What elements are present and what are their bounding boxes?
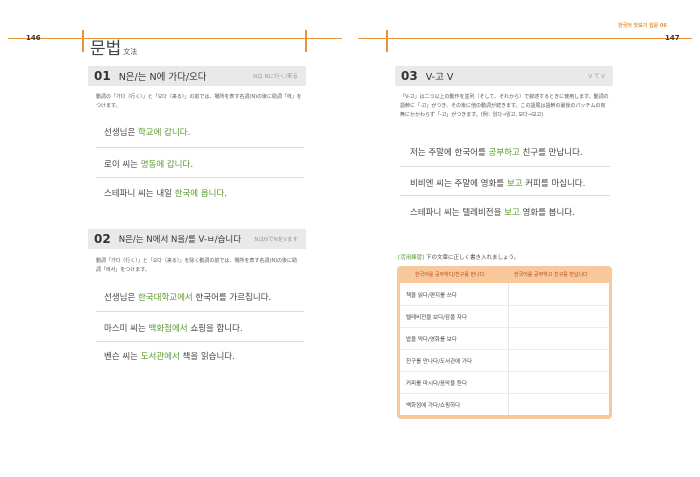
practice-row-prompt: 백화점에 가다/쇼핑하다 [406, 403, 461, 409]
practice-row-prompt: 텔레비전을 보다/잠을 자다 [406, 315, 468, 321]
accent-bar [386, 30, 388, 52]
example-sentence: 선생님은 한국대학교에서 한국어를 가르칩니다. [104, 291, 271, 303]
section-description: 動詞の「가다（行く）」と「오다（来る）」の前では、場所を表す名詞(N)の後に助詞… [96, 94, 302, 109]
example-text: 영화를 봅니다. [519, 208, 575, 218]
section-header-03: 03 V-고 V V て V [395, 66, 613, 86]
example-text: 친구를 만납니다. [519, 148, 583, 158]
running-header-text: 한국어 맛보기 입문 [618, 23, 659, 29]
practice-label: [活用練習] 下の文章に正しく書き入れましょう。 [398, 253, 519, 261]
example-sentence: 스테파니 씨는 텔레비전을 보고 영화를 봅니다. [410, 206, 575, 218]
example-text: 한국어를 가르칩니다. [192, 293, 272, 303]
page-title-sub: 文法 [123, 48, 138, 56]
example-text: 선생님은 [104, 293, 138, 303]
practice-label-tag: [活用練習] [398, 255, 425, 261]
divider [96, 177, 304, 178]
section-tag: NはNでNをVます [254, 237, 298, 243]
example-sentence: 로이 씨는 명동에 갑니다. [104, 158, 193, 170]
accent-bar [305, 30, 307, 52]
example-highlight: 도서관에서 [140, 352, 180, 362]
section-description: 動詞「가다（行く）」と「오다（来る）」を除く動詞の前では、場所を表す名詞(N)の… [96, 258, 298, 273]
example-text: 스테파니 씨는 텔레비전을 [410, 208, 505, 218]
example-highlight: 명동에 갑니다 [140, 160, 191, 170]
practice-row-prompt: 밥을 먹다/영화를 보다 [406, 337, 457, 343]
running-header: 한국어 맛보기 입문 06 [618, 22, 667, 29]
row-divider [400, 371, 609, 372]
example-sentence: 벤슨 씨는 도서관에서 책을 읽습니다. [104, 350, 235, 362]
example-highlight: 한국에 옵니다 [174, 189, 225, 199]
example-sentence: 비비엔 씨는 주말에 영화를 보고 커피를 마십니다. [410, 177, 585, 189]
section-number: 02 [94, 232, 111, 246]
section-description: 「V-고」は二つ以上の動作を並列（そして、それから）で叙述するときに使用します。… [400, 94, 609, 118]
divider [96, 341, 304, 342]
example-text: 벤슨 씨는 [104, 352, 141, 362]
page-title: 문법 文法 [90, 34, 137, 59]
example-sentence: 저는 주말에 한국어를 공부하고 친구를 만납니다. [410, 146, 583, 158]
example-text: 커피를 마십니다. [522, 179, 586, 189]
practice-header-right: 한국어를 공부하고 친구를 만납니다 [514, 272, 588, 278]
divider [400, 195, 610, 196]
practice-row-prompt: 책을 읽다/편지를 쓰다 [406, 293, 457, 299]
row-divider [400, 327, 609, 328]
example-text: . [224, 189, 227, 199]
example-highlight: 한국대학교에서 [137, 293, 193, 303]
row-divider [400, 305, 609, 306]
example-sentence: 선생님은 학교에 갑니다. [104, 126, 190, 138]
accent-bar [82, 30, 84, 52]
example-highlight: 공부하고 [488, 148, 520, 158]
section-title: V-고 V [425, 72, 454, 83]
divider [400, 166, 610, 167]
practice-row-prompt: 커피를 마시다/음악을 듣다 [406, 381, 468, 387]
practice-label-text: 下の文章に正しく書き入れましょう。 [424, 255, 520, 261]
running-header-tag: 06 [659, 23, 667, 29]
practice-table: 한국어를 공부하다/친구를 만나다 한국어를 공부하고 친구를 만납니다 책을 … [397, 266, 612, 419]
page-title-text: 문법 [90, 39, 122, 59]
row-divider [400, 349, 609, 350]
header-rule-right [358, 38, 692, 39]
practice-row-prompt: 친구를 만나다/도서관에 가다 [406, 359, 473, 365]
page-number-left: 146 [26, 34, 41, 42]
practice-header-left: 한국어를 공부하다/친구를 만나다 [415, 272, 485, 278]
section-number: 03 [401, 69, 418, 83]
header-rule-left [8, 38, 342, 39]
divider [96, 311, 304, 312]
example-highlight: 보고 [506, 179, 523, 189]
example-text: 책을 읽습니다. [179, 352, 235, 362]
section-title: N은/는 N에서 N을/를 V-ㅂ/습니다 [118, 235, 242, 245]
example-text: 선생님은 [104, 128, 138, 138]
section-header-01: 01 N은/는 N에 가다/오다 Nは Nに行く/来る [88, 66, 306, 86]
example-text: . [190, 160, 194, 170]
section-tag: V て V [588, 74, 605, 80]
example-highlight: 학교에 갑니다 [137, 128, 188, 138]
example-sentence: 스테파니 씨는 내일 한국에 옵니다. [104, 187, 227, 199]
example-text: 쇼핑을 합니다. [187, 324, 243, 334]
example-highlight: 보고 [504, 208, 520, 218]
practice-body: 책을 읽다/편지를 쓰다 텔레비전을 보다/잠을 자다 밥을 먹다/영화를 보다… [400, 283, 609, 415]
example-text: 로이 씨는 [104, 160, 141, 170]
example-highlight: 백화점에서 [148, 324, 188, 334]
section-header-02: 02 N은/는 N에서 N을/를 V-ㅂ/습니다 NはNでNをVます [88, 229, 306, 249]
section-tag: Nは Nに行く/来る [253, 74, 298, 80]
section-title: N은/는 N에 가다/오다 [118, 72, 207, 83]
section-number: 01 [94, 69, 111, 83]
example-text: . [187, 128, 191, 138]
row-divider [400, 393, 609, 394]
divider [96, 147, 304, 148]
example-text: 저는 주말에 한국어를 [410, 148, 489, 158]
example-sentence: 마스미 씨는 백화점에서 쇼핑을 합니다. [104, 322, 243, 334]
page-number-right: 147 [665, 34, 680, 42]
example-text: 마스미 씨는 [104, 324, 149, 334]
example-text: 비비엔 씨는 주말에 영화를 [410, 179, 507, 189]
example-text: 스테파니 씨는 내일 [104, 189, 175, 199]
